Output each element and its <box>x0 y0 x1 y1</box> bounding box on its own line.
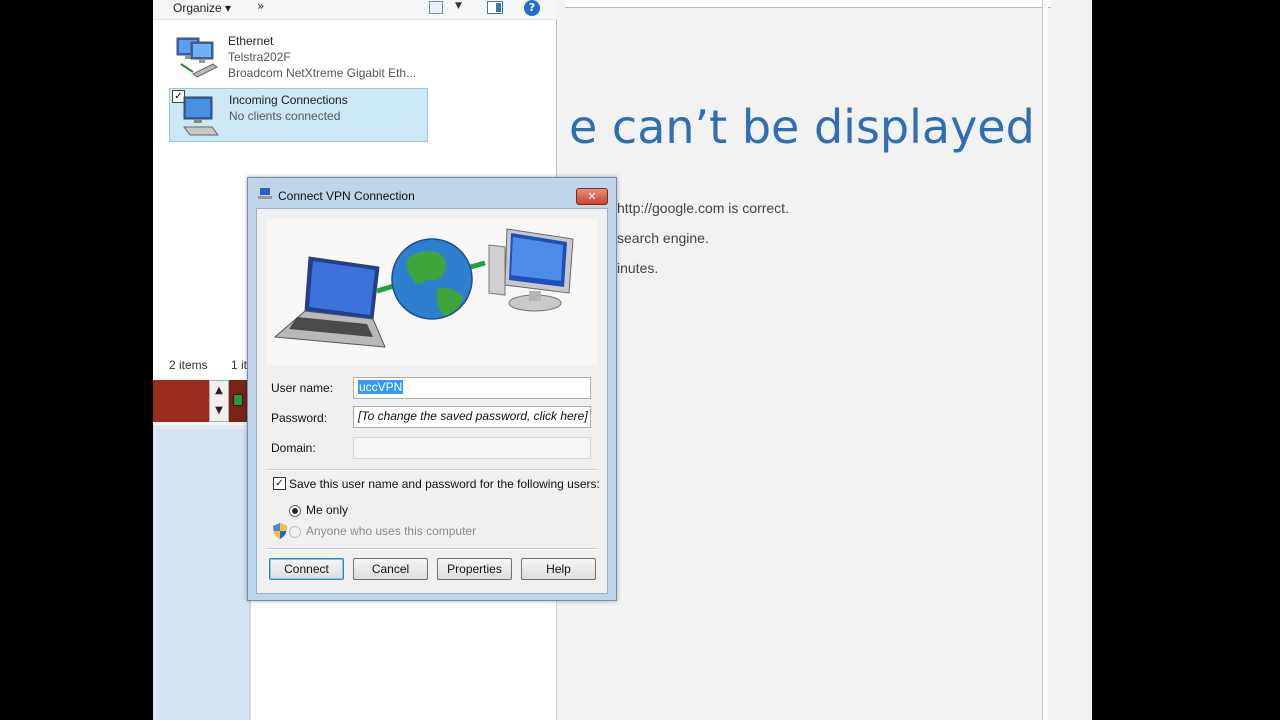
error-line-2: search engine. <box>617 230 709 246</box>
connection-device: Broadcom NetXtreme Gigabit Eth... <box>228 66 417 80</box>
username-field[interactable]: uccVPN <box>353 377 591 399</box>
browser-toolbar <box>565 0 1051 8</box>
help-button[interactable]: Help <box>521 558 596 580</box>
browser-scrollbar[interactable] <box>1042 0 1048 720</box>
save-credentials-label: Save this user name and password for the… <box>289 477 600 491</box>
connection-network: Telstra202F <box>228 50 291 64</box>
error-title: e can’t be displayed <box>569 100 1035 154</box>
vpn-banner-image <box>267 219 597 365</box>
password-label: Password: <box>271 411 328 425</box>
properties-button[interactable]: Properties <box>437 558 512 580</box>
username-label: User name: <box>271 381 334 395</box>
me-only-radio[interactable] <box>289 505 301 517</box>
dialog-title: Connect VPN Connection <box>278 189 415 203</box>
background-window-pane <box>157 429 249 720</box>
browser-window: e can’t be displayed http://google.com i… <box>556 0 1092 720</box>
desktop: e can’t be displayed http://google.com i… <box>0 0 1280 720</box>
selected-count: 1 it <box>231 358 248 372</box>
anyone-label: Anyone who uses this computer <box>306 524 477 538</box>
separator <box>267 548 597 550</box>
more-commands-button[interactable]: » <box>257 0 264 13</box>
help-icon[interactable]: ? <box>524 0 540 16</box>
connection-name: Ethernet <box>228 34 274 48</box>
background-window-body <box>249 600 556 720</box>
anyone-radio[interactable] <box>289 526 301 538</box>
close-button[interactable]: ✕ <box>576 188 608 205</box>
vpn-connection-icon <box>183 96 219 136</box>
connect-vpn-dialog: Connect VPN Connection ✕ User name: uccV… <box>247 177 617 601</box>
view-dropdown-icon[interactable]: ▼ <box>455 1 462 11</box>
network-item-ethernet[interactable]: Ethernet Telstra202F Broadcom NetXtreme … <box>169 30 428 84</box>
save-credentials-checkbox[interactable]: ✓ <box>273 477 286 490</box>
vpn-title-icon <box>258 188 272 199</box>
me-only-label: Me only <box>306 503 349 517</box>
error-line-1: http://google.com is correct. <box>617 200 789 216</box>
network-adapter-icon <box>176 37 218 78</box>
taskbar-slice <box>153 380 209 422</box>
username-value: uccVPN <box>358 380 404 394</box>
separator <box>267 469 597 471</box>
domain-label: Domain: <box>271 441 316 455</box>
dialog-titlebar[interactable]: Connect VPN Connection <box>248 178 616 208</box>
tray-slice <box>229 380 249 422</box>
background-window <box>153 422 249 720</box>
error-line-3: inutes. <box>617 260 659 276</box>
change-view-icon[interactable] <box>429 1 443 14</box>
password-field[interactable]: [To change the saved password, click her… <box>353 406 591 428</box>
connect-button[interactable]: Connect <box>269 558 344 580</box>
scroll-up-icon[interactable]: ▲ <box>210 381 228 401</box>
item-count: 2 items <box>169 358 208 372</box>
domain-field[interactable] <box>353 437 591 459</box>
globe-icon <box>391 238 473 320</box>
explorer-toolbar: Organize ▾ » ▼ ? <box>153 0 557 20</box>
connection-status: No clients connected <box>229 109 341 123</box>
tray-app-icon[interactable] <box>233 394 243 406</box>
cancel-button[interactable]: Cancel <box>353 558 428 580</box>
dialog-body: User name: uccVPN Password: [To change t… <box>256 208 608 594</box>
network-item-incoming[interactable]: ✓ Incoming Connections No clients connec… <box>169 88 428 142</box>
preview-pane-icon[interactable] <box>487 1 503 14</box>
scroll-spinner[interactable]: ▲ ▼ <box>209 380 229 422</box>
scroll-down-icon[interactable]: ▼ <box>210 401 228 421</box>
connection-name: Incoming Connections <box>229 93 348 107</box>
shield-icon <box>273 523 287 539</box>
organize-menu[interactable]: Organize ▾ <box>173 0 231 16</box>
